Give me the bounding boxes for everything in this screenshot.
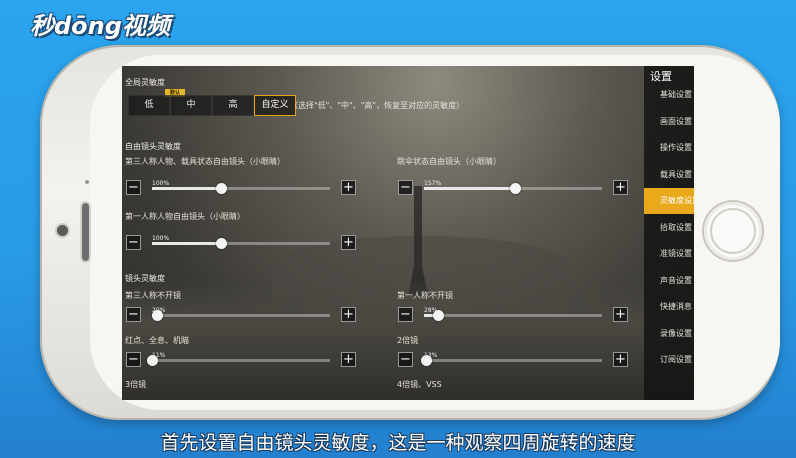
slider-increase-button[interactable]: + [613,180,628,195]
slider-label-fpp-free: 第一人称人物自由镜头（小眼睛） [125,212,245,221]
slider-reddot[interactable]: − 11% + [126,352,356,368]
slider-tpp-noscope[interactable]: − 20% + [126,307,356,323]
slider-fill [424,187,515,190]
slider-increase-button[interactable]: + [613,352,628,367]
slider-value-label: 28% [424,307,438,314]
preset-hint: （选择"低"、"中"、"高"，恢复至对应的灵敏度） [290,101,465,110]
menu-item-6[interactable]: 准镜设置 [644,241,694,267]
slider-thumb[interactable] [216,238,228,249]
video-caption: 首先设置自由镜头灵敏度，这是一种观察四周旋转的速度 [160,432,636,454]
slider-thumb[interactable] [509,183,521,194]
menu-item-1[interactable]: 画面设置 [644,109,694,135]
phone-speaker [82,203,89,261]
slider-track[interactable]: 28% [424,307,602,321]
slider-track[interactable]: 20% [152,307,330,321]
phone-sensor [85,180,89,184]
home-button[interactable] [704,202,762,260]
slider-decrease-button[interactable]: − [398,180,413,195]
slider-increase-button[interactable]: + [613,307,628,322]
settings-menu: 设置 基础设置画面设置操作设置载具设置灵敏度设置拾取设置准镜设置声音设置快捷消息… [644,66,694,400]
menu-item-7[interactable]: 声音设置 [644,268,694,294]
slider-track[interactable]: 100% [152,180,330,194]
slider-decrease-button[interactable]: − [398,307,413,322]
menu-item-10[interactable]: 订阅设置 [644,347,694,373]
label-4x-scope: 4倍镜、VSS [397,380,442,389]
preset-selector: 低 中 高 自定义 [128,95,296,116]
slider-decrease-button[interactable]: − [398,352,413,367]
slider-track[interactable]: 13% [420,352,602,366]
slider-value-label: 20% [152,307,166,314]
slider-parachute-free[interactable]: − 157% + [398,180,628,196]
game-screen: 全局灵敏度 默认 低 中 高 自定义 （选择"低"、"中"、"高"，恢复至对应的… [122,66,694,400]
slider-increase-button[interactable]: + [341,307,356,322]
menu-item-5[interactable]: 拾取设置 [644,215,694,241]
free-camera-section-title: 自由镜头灵敏度 [125,142,181,151]
sensitivity-panel: 全局灵敏度 默认 低 中 高 自定义 （选择"低"、"中"、"高"，恢复至对应的… [122,66,644,400]
preset-medium-button[interactable]: 中 [170,95,212,116]
slider-fill [152,187,222,190]
slider-decrease-button[interactable]: − [126,235,141,250]
menu-item-9[interactable]: 录像设置 [644,321,694,347]
global-sensitivity-title: 全局灵敏度 [125,78,165,87]
slider-2x[interactable]: − 13% + [398,352,628,368]
menu-item-8[interactable]: 快捷消息 [644,294,694,320]
label-3x-scope: 3倍镜 [125,380,147,389]
slider-increase-button[interactable]: + [341,180,356,195]
slider-decrease-button[interactable]: − [126,180,141,195]
menu-item-3[interactable]: 载具设置 [644,162,694,188]
front-camera-icon [57,225,68,236]
slider-decrease-button[interactable]: − [126,307,141,322]
menu-item-0[interactable]: 基础设置 [644,82,694,108]
slider-tpp-free[interactable]: − 100% + [126,180,356,196]
menu-item-2[interactable]: 操作设置 [644,135,694,161]
slider-increase-button[interactable]: + [341,352,356,367]
slider-track[interactable]: 100% [152,235,330,249]
slider-track[interactable]: 11% [147,352,330,366]
slider-thumb[interactable] [216,183,228,194]
slider-value-label: 157% [424,180,442,187]
slider-value-label: 13% [424,352,438,359]
slider-label-reddot: 红点、全息、机瞄 [125,336,189,345]
slider-label-parachute-free: 跳伞状态自由镜头（小眼睛） [397,157,501,166]
slider-fill [152,242,222,245]
preset-low-button[interactable]: 低 [128,95,170,116]
slider-label-fpp-noscope: 第一人称不开镜 [397,291,453,300]
watermark-logo: 秒dōng视频 [30,12,170,40]
menu-item-4[interactable]: 灵敏度设置 [644,188,694,214]
scope-section-title: 镜头灵敏度 [125,274,165,283]
slider-increase-button[interactable]: + [341,235,356,250]
slider-value-label: 100% [152,235,170,242]
slider-fpp-free[interactable]: − 100% + [126,235,356,251]
slider-decrease-button[interactable]: − [126,352,141,367]
slider-label-tpp-noscope: 第三人称不开镜 [125,291,181,300]
slider-fpp-noscope[interactable]: − 28% + [398,307,628,323]
slider-label-tpp-free: 第三人称人物、载具状态自由镜头（小眼睛） [125,157,285,166]
slider-track[interactable]: 157% [424,180,602,194]
preset-high-button[interactable]: 高 [212,95,254,116]
slider-value-label: 11% [152,352,166,359]
slider-label-2x: 2倍镜 [397,336,419,345]
slider-value-label: 100% [152,180,170,187]
